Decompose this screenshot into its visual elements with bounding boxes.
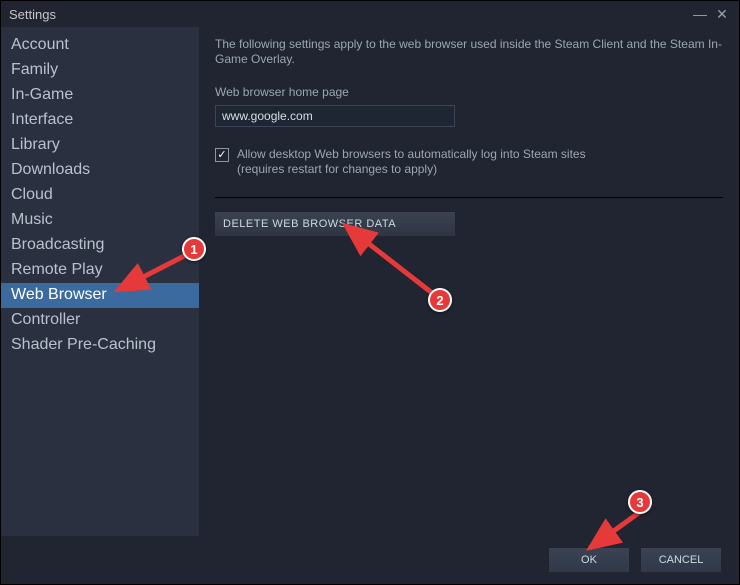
titlebar: Settings — ✕ bbox=[1, 1, 739, 27]
sidebar-item-shader-pre-caching[interactable]: Shader Pre-Caching bbox=[1, 333, 199, 358]
panel-description: The following settings apply to the web … bbox=[215, 37, 723, 67]
sidebar: AccountFamilyIn-GameInterfaceLibraryDown… bbox=[1, 27, 199, 536]
sidebar-item-controller[interactable]: Controller bbox=[1, 308, 199, 333]
divider bbox=[215, 197, 723, 198]
ok-button[interactable]: OK bbox=[549, 548, 629, 572]
sidebar-item-remote-play[interactable]: Remote Play bbox=[1, 258, 199, 283]
cancel-button[interactable]: CANCEL bbox=[641, 548, 721, 572]
sidebar-item-broadcasting[interactable]: Broadcasting bbox=[1, 233, 199, 258]
sidebar-item-library[interactable]: Library bbox=[1, 133, 199, 158]
homepage-label: Web browser home page bbox=[215, 85, 723, 99]
sidebar-item-downloads[interactable]: Downloads bbox=[1, 158, 199, 183]
main-panel: The following settings apply to the web … bbox=[199, 27, 739, 536]
autologin-checkbox[interactable]: ✓ bbox=[215, 148, 229, 162]
sidebar-item-in-game[interactable]: In-Game bbox=[1, 83, 199, 108]
sidebar-item-interface[interactable]: Interface bbox=[1, 108, 199, 133]
sidebar-item-account[interactable]: Account bbox=[1, 33, 199, 58]
annotation-badge-2: 2 bbox=[428, 288, 452, 312]
homepage-input[interactable] bbox=[215, 105, 455, 127]
close-icon[interactable]: ✕ bbox=[713, 6, 731, 23]
sidebar-item-family[interactable]: Family bbox=[1, 58, 199, 83]
annotation-badge-3: 3 bbox=[628, 490, 652, 514]
footer: OK CANCEL bbox=[1, 536, 739, 584]
sidebar-item-music[interactable]: Music bbox=[1, 208, 199, 233]
delete-browser-data-button[interactable]: DELETE WEB BROWSER DATA bbox=[215, 212, 455, 236]
window-title: Settings bbox=[9, 7, 56, 22]
annotation-badge-1: 1 bbox=[182, 237, 206, 261]
sidebar-item-web-browser[interactable]: Web Browser bbox=[1, 283, 199, 308]
minimize-icon[interactable]: — bbox=[691, 6, 709, 22]
autologin-label: Allow desktop Web browsers to automatica… bbox=[237, 147, 586, 177]
sidebar-item-cloud[interactable]: Cloud bbox=[1, 183, 199, 208]
